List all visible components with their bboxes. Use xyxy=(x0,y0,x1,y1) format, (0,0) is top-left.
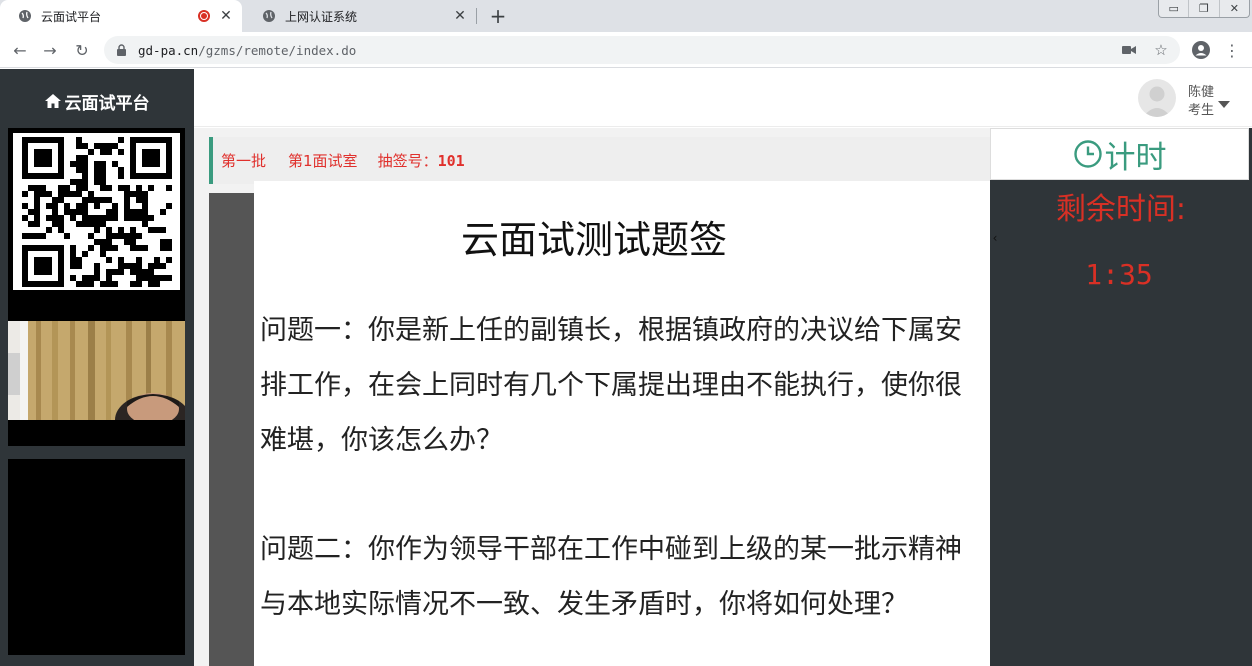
tab-separator xyxy=(476,8,477,24)
tab-title: 上网认证系统 xyxy=(285,9,358,24)
timer-panel: 计时 ‹ 剩余时间: 1:35 xyxy=(990,128,1252,666)
close-tab-icon[interactable]: ✕ xyxy=(218,8,234,24)
browser-menu-icon[interactable]: ⋮ xyxy=(1222,38,1242,62)
recording-indicator-icon xyxy=(198,10,210,22)
question-list: 问题一：你是新上任的副镇长，根据镇政府的决议给下属安排工作，在会上同时有几个下属… xyxy=(260,303,986,632)
tab-network-auth[interactable]: 上网认证系统 ✕ xyxy=(244,0,476,32)
batch-label: 第一批 xyxy=(221,152,267,170)
user-name[interactable]: 陈健 xyxy=(1188,81,1214,100)
timer-header: 计时 xyxy=(990,128,1249,180)
camera-in-use-icon[interactable] xyxy=(1120,40,1138,60)
secondary-video-panel xyxy=(8,459,185,655)
new-tab-icon[interactable]: + xyxy=(486,4,510,28)
question-sheet-title: 云面试测试题签 xyxy=(460,218,727,262)
restore-icon[interactable]: ❐ xyxy=(1188,0,1218,17)
draw-number-label: 抽签号： xyxy=(377,152,438,170)
bookmark-star-icon[interactable]: ☆ xyxy=(1152,40,1170,60)
question-item: 问题一：你是新上任的副镇长，根据镇政府的决议给下属安排工作，在会上同时有几个下属… xyxy=(260,315,962,456)
question-sheet: 云面试测试题签 问题一：你是新上任的副镇长，根据镇政府的决议给下属安排工作，在会… xyxy=(254,181,990,666)
top-header: 陈健 考生 xyxy=(194,69,1252,127)
user-role[interactable]: 考生 xyxy=(1188,99,1214,118)
brand-name: 云面试平台 xyxy=(64,93,150,114)
close-window-icon[interactable]: ✕ xyxy=(1218,0,1249,17)
user-avatar[interactable] xyxy=(1138,79,1176,117)
qr-camera-panel xyxy=(8,128,185,446)
url-text: gd-pa.cn/gzms/remote/index.do xyxy=(138,42,357,58)
address-bar[interactable]: gd-pa.cn/gzms/remote/index.do ☆ xyxy=(104,36,1180,64)
browser-toolbar: ← → ↻ gd-pa.cn/gzms/remote/index.do ☆ ⋮ xyxy=(0,32,1252,68)
globe-icon xyxy=(262,9,276,23)
sidebar: 云面试平台 xyxy=(0,69,194,666)
remaining-time-label: 剩余时间: xyxy=(1055,192,1187,227)
tab-title: 云面试平台 xyxy=(41,9,102,24)
profile-icon[interactable] xyxy=(1190,39,1212,61)
draw-number-value: 101 xyxy=(437,151,465,170)
lock-icon xyxy=(116,43,128,57)
clock-icon xyxy=(1073,139,1103,169)
exam-info-bar: 第一批 第1面试室 抽签号： 101 xyxy=(209,137,990,184)
qr-code xyxy=(13,133,180,290)
question-item: 问题二：你作为领导干部在工作中碰到上级的某一批示精神与本地实际情况不一致、发生矛… xyxy=(260,534,962,620)
remaining-time-value: 1:35 xyxy=(1085,258,1153,291)
globe-icon xyxy=(18,9,32,23)
window-controls: ▭ ❐ ✕ xyxy=(1158,0,1250,18)
minimize-icon[interactable]: ▭ xyxy=(1159,0,1188,17)
browser-tab-strip: 云面试平台 ✕ 上网认证系统 ✕ + ▭ ❐ ✕ xyxy=(0,0,1252,32)
brand-logo[interactable]: 云面试平台 xyxy=(0,87,194,115)
room-label: 第1面试室 xyxy=(288,152,358,170)
forward-arrow-icon[interactable]: → xyxy=(38,38,62,62)
caret-down-icon[interactable] xyxy=(1218,99,1230,111)
camera-preview xyxy=(8,321,185,420)
reload-icon[interactable]: ↻ xyxy=(70,38,94,62)
collapse-arrow-icon[interactable]: ‹ xyxy=(990,231,1000,245)
back-arrow-icon[interactable]: ← xyxy=(8,38,32,62)
close-tab-icon[interactable]: ✕ xyxy=(452,8,468,24)
gray-strip xyxy=(209,193,255,666)
timer-header-label: 计时 xyxy=(1104,139,1167,176)
screen: 云面试平台 ✕ 上网认证系统 ✕ + ▭ ❐ ✕ ← → ↻ gd-pa.cn/… xyxy=(0,0,1252,666)
home-icon xyxy=(44,94,61,108)
tab-yun-mianshi[interactable]: 云面试平台 ✕ xyxy=(0,0,242,32)
